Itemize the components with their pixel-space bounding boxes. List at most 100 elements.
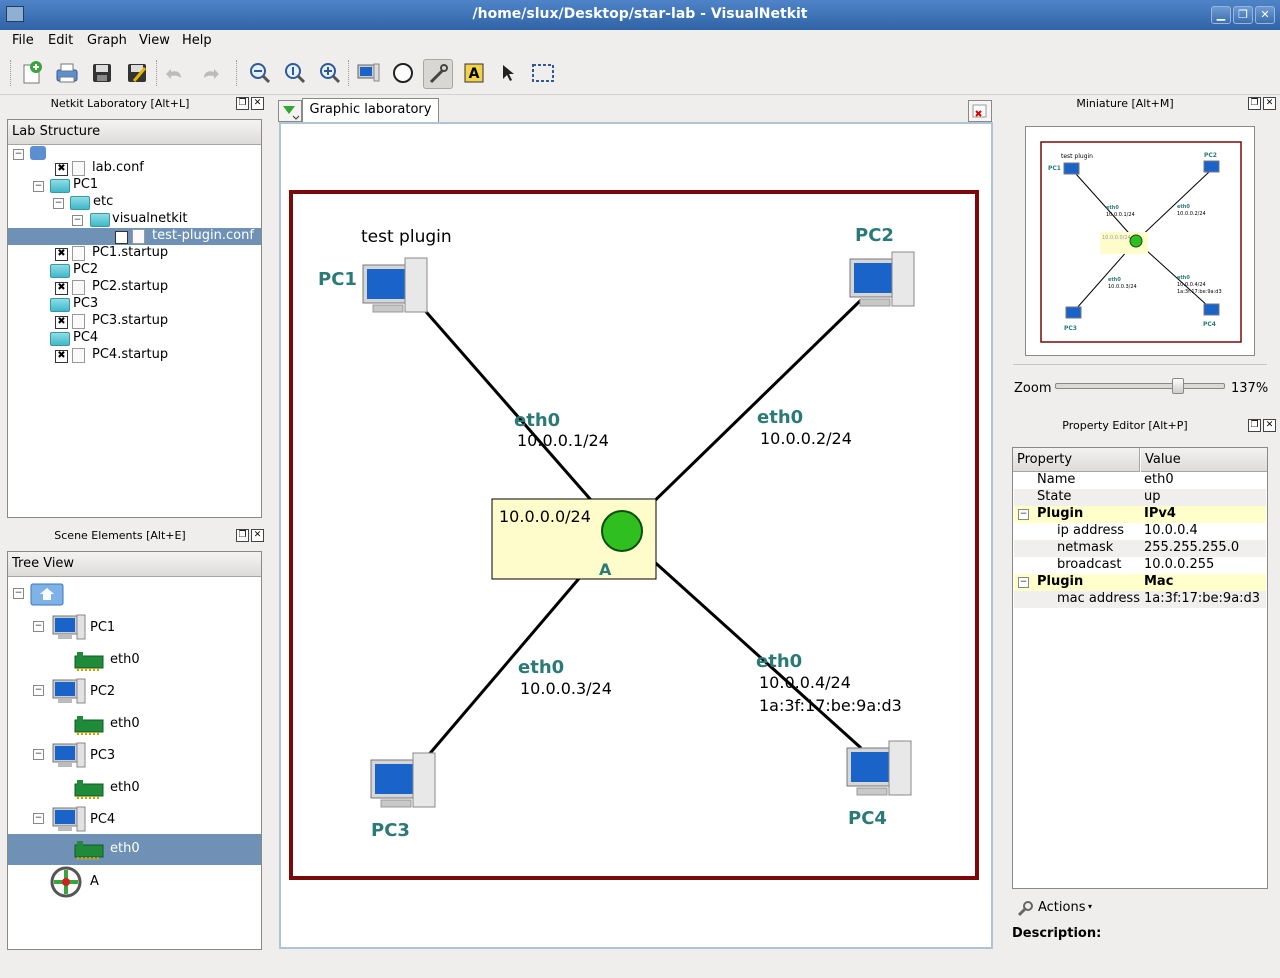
computer-icon[interactable] (849, 251, 915, 307)
dock-float-icon[interactable]: ❐ (1248, 97, 1261, 110)
computer-icon[interactable] (370, 752, 436, 808)
dock-float-icon[interactable]: ❐ (236, 97, 249, 110)
save-as-icon[interactable] (123, 59, 151, 87)
link-pc1[interactable] (419, 305, 607, 517)
property-value[interactable]: up (1144, 489, 1161, 504)
tree-item[interactable]: PC3 (8, 296, 261, 313)
redo-icon[interactable] (196, 59, 224, 87)
property-group-row[interactable]: − Plugin Mac (1014, 574, 1266, 591)
collapse-icon[interactable]: − (1018, 509, 1029, 520)
collision-domain-node[interactable] (601, 510, 643, 552)
tree-item[interactable]: PC2 (8, 262, 261, 279)
menu-view[interactable]: View (139, 33, 170, 48)
dock-close-icon[interactable]: ✕ (1263, 97, 1276, 110)
tab-graphic-laboratory[interactable]: Graphic laboratory (302, 98, 439, 123)
tree-item[interactable]: ✖ PC4.startup (8, 347, 261, 364)
property-value[interactable]: 10.0.0.255 (1144, 557, 1214, 572)
property-value[interactable]: 1a:3f:17:be:9a:d3 (1144, 591, 1260, 606)
collapse-icon[interactable]: − (33, 685, 44, 696)
tree-item[interactable]: PC4 (8, 330, 261, 347)
menu-file[interactable]: File (12, 33, 34, 48)
tree-item-pc[interactable]: − PC3 (8, 742, 261, 772)
menu-graph[interactable]: Graph (87, 33, 127, 48)
miniature-view[interactable]: test plugin PC1 PC2 PC3 PC4 eth0 10.0.0.… (1025, 126, 1255, 356)
collapse-icon[interactable]: − (1018, 577, 1029, 588)
property-row[interactable]: mac address 1a:3f:17:be:9a:d3 (1014, 591, 1266, 608)
tree-item[interactable]: ✖ lab.conf (8, 160, 261, 177)
zoom-slider-handle[interactable] (1171, 378, 1184, 394)
zoom-original-icon[interactable] (281, 59, 309, 87)
property-row[interactable]: broadcast 10.0.0.255 (1014, 557, 1266, 574)
property-row[interactable]: ip address 10.0.0.4 (1014, 523, 1266, 540)
zoom-in-icon[interactable] (316, 59, 344, 87)
property-value[interactable]: eth0 (1144, 472, 1174, 487)
tree-item-pc[interactable]: − PC2 (8, 678, 261, 708)
tree-item-pc[interactable]: − PC1 (8, 614, 261, 644)
tree-item-pc[interactable]: − PC4 (8, 806, 261, 836)
col-header-value[interactable]: Value (1141, 448, 1267, 472)
property-row[interactable]: State up (1014, 489, 1266, 506)
lab-structure-header[interactable]: Lab Structure (8, 120, 261, 145)
dock-float-icon[interactable]: ❐ (1248, 419, 1261, 432)
maximize-button[interactable]: ❐ (1233, 6, 1253, 24)
tree-item-collision-domain[interactable]: A (8, 866, 261, 898)
checkbox[interactable]: ✖ (55, 350, 68, 363)
dock-float-icon[interactable]: ❐ (236, 529, 249, 542)
add-link-icon[interactable] (423, 59, 453, 89)
tree-view-header[interactable]: Tree View (8, 552, 261, 577)
dock-close-icon[interactable]: ✕ (1263, 419, 1276, 432)
property-group-row[interactable]: − Plugin IPv4 (1014, 506, 1266, 523)
col-header-property[interactable]: Property (1013, 448, 1140, 472)
checkbox[interactable]: ✖ (55, 248, 68, 261)
print-icon[interactable] (53, 59, 81, 87)
link-pc2[interactable] (637, 298, 863, 518)
close-tab-button[interactable] (968, 100, 992, 122)
dock-close-icon[interactable]: ✕ (251, 529, 264, 542)
add-text-icon[interactable]: A (460, 59, 488, 87)
miniature-graph[interactable]: test plugin PC1 PC2 PC3 PC4 eth0 10.0.0.… (1026, 127, 1254, 355)
checkbox[interactable]: ✖ (55, 163, 68, 176)
tree-item-iface[interactable]: eth0 (8, 646, 261, 676)
tree-item[interactable]: − etc (8, 194, 261, 211)
property-row[interactable]: Name eth0 (1014, 472, 1266, 489)
checkbox[interactable]: ✖ (55, 282, 68, 295)
zoom-slider[interactable] (1055, 378, 1225, 394)
minimize-button[interactable]: ▁ (1211, 6, 1231, 24)
zoom-out-icon[interactable] (246, 59, 274, 87)
collapse-icon[interactable]: − (13, 588, 24, 599)
menu-edit[interactable]: Edit (48, 33, 73, 48)
computer-icon[interactable] (846, 740, 912, 796)
tree-item-iface[interactable]: eth0 (8, 774, 261, 804)
property-row[interactable]: netmask 255.255.255.0 (1014, 540, 1266, 557)
undo-icon[interactable] (161, 59, 189, 87)
collapse-icon[interactable]: − (53, 198, 64, 209)
save-icon[interactable] (88, 59, 116, 87)
dock-close-icon[interactable]: ✕ (251, 97, 264, 110)
computer-icon[interactable] (362, 257, 428, 313)
menu-help[interactable]: Help (182, 33, 212, 48)
collapse-icon[interactable]: − (33, 749, 44, 760)
collapse-icon[interactable]: − (33, 181, 44, 192)
checkbox[interactable]: ✖ (55, 316, 68, 329)
tree-item[interactable]: ✖ PC3.startup (8, 313, 261, 330)
checkbox[interactable]: ✖ (115, 231, 128, 244)
graphic-lab-canvas[interactable]: 10.0.0.0/24 A test plugin PC1 PC2 PC3 PC… (279, 122, 993, 949)
link-pc4[interactable] (637, 546, 863, 750)
select-area-icon[interactable] (529, 59, 557, 87)
tab-menu-button[interactable] (278, 100, 302, 122)
network-graph[interactable]: 10.0.0.0/24 A test plugin PC1 PC2 PC3 PC… (281, 124, 987, 943)
close-button[interactable]: ✕ (1255, 6, 1275, 24)
tree-item-iface-selected[interactable]: eth0 (8, 835, 261, 865)
collapse-icon[interactable]: − (33, 813, 44, 824)
tree-item[interactable]: ✖ PC1.startup (8, 245, 261, 262)
collapse-icon[interactable]: − (13, 149, 24, 160)
actions-button[interactable]: Actions ▾ (1016, 898, 1096, 918)
tree-item-selected[interactable]: ✖ test-plugin.conf (8, 228, 261, 245)
pointer-icon[interactable] (494, 59, 522, 87)
tree-item[interactable]: ✖ PC2.startup (8, 279, 261, 296)
tree-item[interactable]: − PC1 (8, 177, 261, 194)
property-value[interactable]: 255.255.255.0 (1144, 540, 1239, 555)
property-value[interactable]: 10.0.0.4 (1144, 523, 1198, 538)
new-file-icon[interactable] (18, 59, 46, 87)
tree-item-iface[interactable]: eth0 (8, 710, 261, 740)
